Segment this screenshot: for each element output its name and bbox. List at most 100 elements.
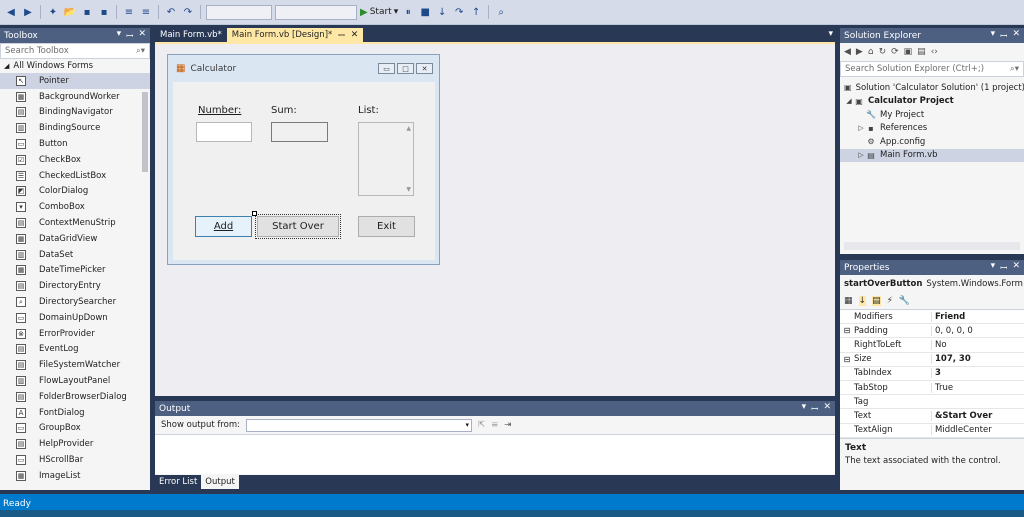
property-row[interactable]: Modifiers Friend xyxy=(840,310,1024,325)
step-over-icon[interactable]: ↷ xyxy=(452,5,466,19)
close-icon[interactable]: ✕ xyxy=(1012,29,1020,42)
tree-item[interactable]: ▷ ▤ Main Form.vb xyxy=(840,148,1024,162)
step-into-icon[interactable]: ↓ xyxy=(435,5,449,19)
dropdown-icon[interactable]: ▾ xyxy=(991,261,996,274)
refresh-icon[interactable]: ⟳ xyxy=(891,47,899,57)
toolbox-item[interactable]: ▤ FolderBrowserDialog xyxy=(0,389,150,405)
find-icon[interactable]: ⌕ xyxy=(494,5,508,19)
property-row[interactable]: RightToLeft No xyxy=(840,338,1024,353)
property-row[interactable]: Tag xyxy=(840,395,1024,410)
save-all-icon[interactable]: ▪ xyxy=(97,5,111,19)
toolbox-item[interactable]: ▤ FileSystemWatcher xyxy=(0,357,150,373)
word-wrap-icon[interactable]: ⇥ xyxy=(504,420,511,430)
tab-output[interactable]: Output xyxy=(201,475,239,489)
dropdown-icon[interactable]: ▾ xyxy=(991,29,996,42)
start-button[interactable]: ▶ Start ▾ xyxy=(360,7,398,18)
property-row[interactable]: Text &Start Over xyxy=(840,409,1024,424)
output-text-area[interactable] xyxy=(155,434,835,474)
properties-icon[interactable]: ▤ xyxy=(872,295,881,306)
redo-icon[interactable]: ↷ xyxy=(181,5,195,19)
tree-item[interactable]: ◢ ▣ Calculator Project xyxy=(840,95,1024,109)
calculator-form[interactable]: ▦ Calculator ▭ □ ✕ Number: Sum: List: ▲ … xyxy=(167,54,440,265)
expander-icon[interactable]: ⊟ xyxy=(840,355,854,364)
toolbox-item[interactable]: ▥ BindingSource xyxy=(0,120,150,136)
pin-icon[interactable]: ꟷ xyxy=(338,30,345,41)
object-selector[interactable]: startOverButton System.Windows.Form ▾ xyxy=(840,275,1024,292)
property-row[interactable]: ⊟ Padding 0, 0, 0, 0 xyxy=(840,324,1024,339)
clear-all-icon[interactable]: ≡ xyxy=(491,420,498,430)
save-icon[interactable]: ▪ xyxy=(80,5,94,19)
pin-icon[interactable]: ꟷ xyxy=(1000,29,1007,42)
expander-icon[interactable]: ⊟ xyxy=(840,326,854,335)
home-icon[interactable]: ⌂ xyxy=(868,47,874,57)
collapse-all-icon[interactable]: ▣ xyxy=(904,47,913,57)
toolbox-item[interactable]: ☰ CheckedListBox xyxy=(0,168,150,184)
solution-explorer-search-input[interactable]: Search Solution Explorer (Ctrl+;) ⌕▾ xyxy=(840,61,1024,77)
toolbox-group-all-windows-forms[interactable]: ◢ All Windows Forms xyxy=(0,59,150,73)
solution-platform-combo[interactable] xyxy=(275,4,357,20)
property-row[interactable]: TabIndex 3 xyxy=(840,367,1024,381)
start-over-button[interactable]: Start Over xyxy=(255,214,341,239)
toolbox-item[interactable]: ▾ ComboBox xyxy=(0,199,150,215)
undo-icon[interactable]: ↶ xyxy=(164,5,178,19)
toolbox-item[interactable]: ▦ DataGridView xyxy=(0,231,150,247)
toolbox-item[interactable]: ▦ ImageList xyxy=(0,468,150,484)
list-listbox[interactable]: ▲ ▼ xyxy=(358,122,414,196)
property-row[interactable]: TabStop True xyxy=(840,381,1024,396)
toolbox-item[interactable]: ▤ EventLog xyxy=(0,342,150,358)
toolbox-scrollbar[interactable] xyxy=(142,92,148,172)
selection-handle[interactable] xyxy=(252,211,257,216)
scroll-down-icon[interactable]: ▼ xyxy=(406,186,411,193)
open-file-icon[interactable]: 📂 xyxy=(63,5,77,19)
pin-icon[interactable]: ꟷ xyxy=(126,29,133,42)
back-icon[interactable]: ◀ xyxy=(4,5,18,19)
uncomment-icon[interactable]: ≡ xyxy=(139,5,153,19)
view-code-icon[interactable]: ‹› xyxy=(931,47,938,57)
expander-icon[interactable]: ▷ xyxy=(856,151,866,159)
toolbox-item[interactable]: ▭ Button xyxy=(0,136,150,152)
toolbox-item[interactable]: ☑ CheckBox xyxy=(0,152,150,168)
expander-icon[interactable]: ▷ xyxy=(856,124,866,132)
close-icon[interactable]: ✕ xyxy=(823,402,831,415)
minimize-icon[interactable]: ▭ xyxy=(378,63,395,74)
pin-icon[interactable]: ꟷ xyxy=(1000,261,1007,274)
tree-item[interactable]: ▣ Solution 'Calculator Solution' (1 proje… xyxy=(840,81,1024,95)
back-icon[interactable]: ◀ xyxy=(844,47,851,57)
toolbox-item[interactable]: ▥ DataSet xyxy=(0,247,150,263)
close-icon[interactable]: ✕ xyxy=(351,30,359,40)
toolbox-item[interactable]: ◩ ColorDialog xyxy=(0,184,150,200)
property-value[interactable]: 0, 0, 0, 0 xyxy=(931,325,1024,336)
toolbox-search-input[interactable]: Search Toolbox ⌕▾ xyxy=(0,43,150,59)
tab-main-form-vb[interactable]: Main Form.vb* xyxy=(155,28,227,42)
tree-item[interactable]: 🔧 My Project xyxy=(840,108,1024,122)
property-pages-icon[interactable]: 🔧 xyxy=(899,296,910,306)
tab-main-form-design[interactable]: Main Form.vb [Design]* ꟷ ✕ xyxy=(226,28,364,42)
property-value[interactable]: Friend xyxy=(931,311,1024,322)
maximize-icon[interactable]: □ xyxy=(397,63,414,74)
events-icon[interactable]: ⚡ xyxy=(887,296,893,306)
solution-config-combo[interactable] xyxy=(206,4,272,20)
comment-icon[interactable]: ≡ xyxy=(122,5,136,19)
toolbox-item[interactable]: ⌕ DirectorySearcher xyxy=(0,294,150,310)
forward-icon[interactable]: ▶ xyxy=(21,5,35,19)
toolbox-item[interactable]: ▭ DomainUpDown xyxy=(0,310,150,326)
new-project-icon[interactable]: ✦ xyxy=(46,5,60,19)
toolbox-item[interactable]: A FontDialog xyxy=(0,405,150,421)
number-textbox[interactable] xyxy=(196,122,252,142)
output-source-select[interactable]: ▾ xyxy=(246,418,473,432)
property-value[interactable]: &Start Over xyxy=(931,410,1024,421)
stop-icon[interactable]: ■ xyxy=(418,5,432,19)
toolbox-item[interactable]: ▤ ContextMenuStrip xyxy=(0,215,150,231)
step-out-icon[interactable]: ↑ xyxy=(469,5,483,19)
find-message-icon[interactable]: ⇱ xyxy=(478,420,485,430)
chevron-down-icon[interactable]: ▾ xyxy=(828,29,833,39)
expander-icon[interactable]: ◢ xyxy=(844,97,854,105)
close-icon[interactable]: ✕ xyxy=(416,63,433,74)
solution-horizontal-scrollbar[interactable] xyxy=(844,242,1020,250)
property-row[interactable]: TextAlign MiddleCenter xyxy=(840,424,1024,438)
scroll-up-icon[interactable]: ▲ xyxy=(406,125,411,132)
properties-icon[interactable]: ▤ xyxy=(917,47,926,57)
tab-error-list[interactable]: Error List xyxy=(155,475,201,489)
toolbox-item[interactable]: ↖ Pointer xyxy=(0,73,150,89)
toolbox-item[interactable]: ▤ HelpProvider xyxy=(0,436,150,452)
